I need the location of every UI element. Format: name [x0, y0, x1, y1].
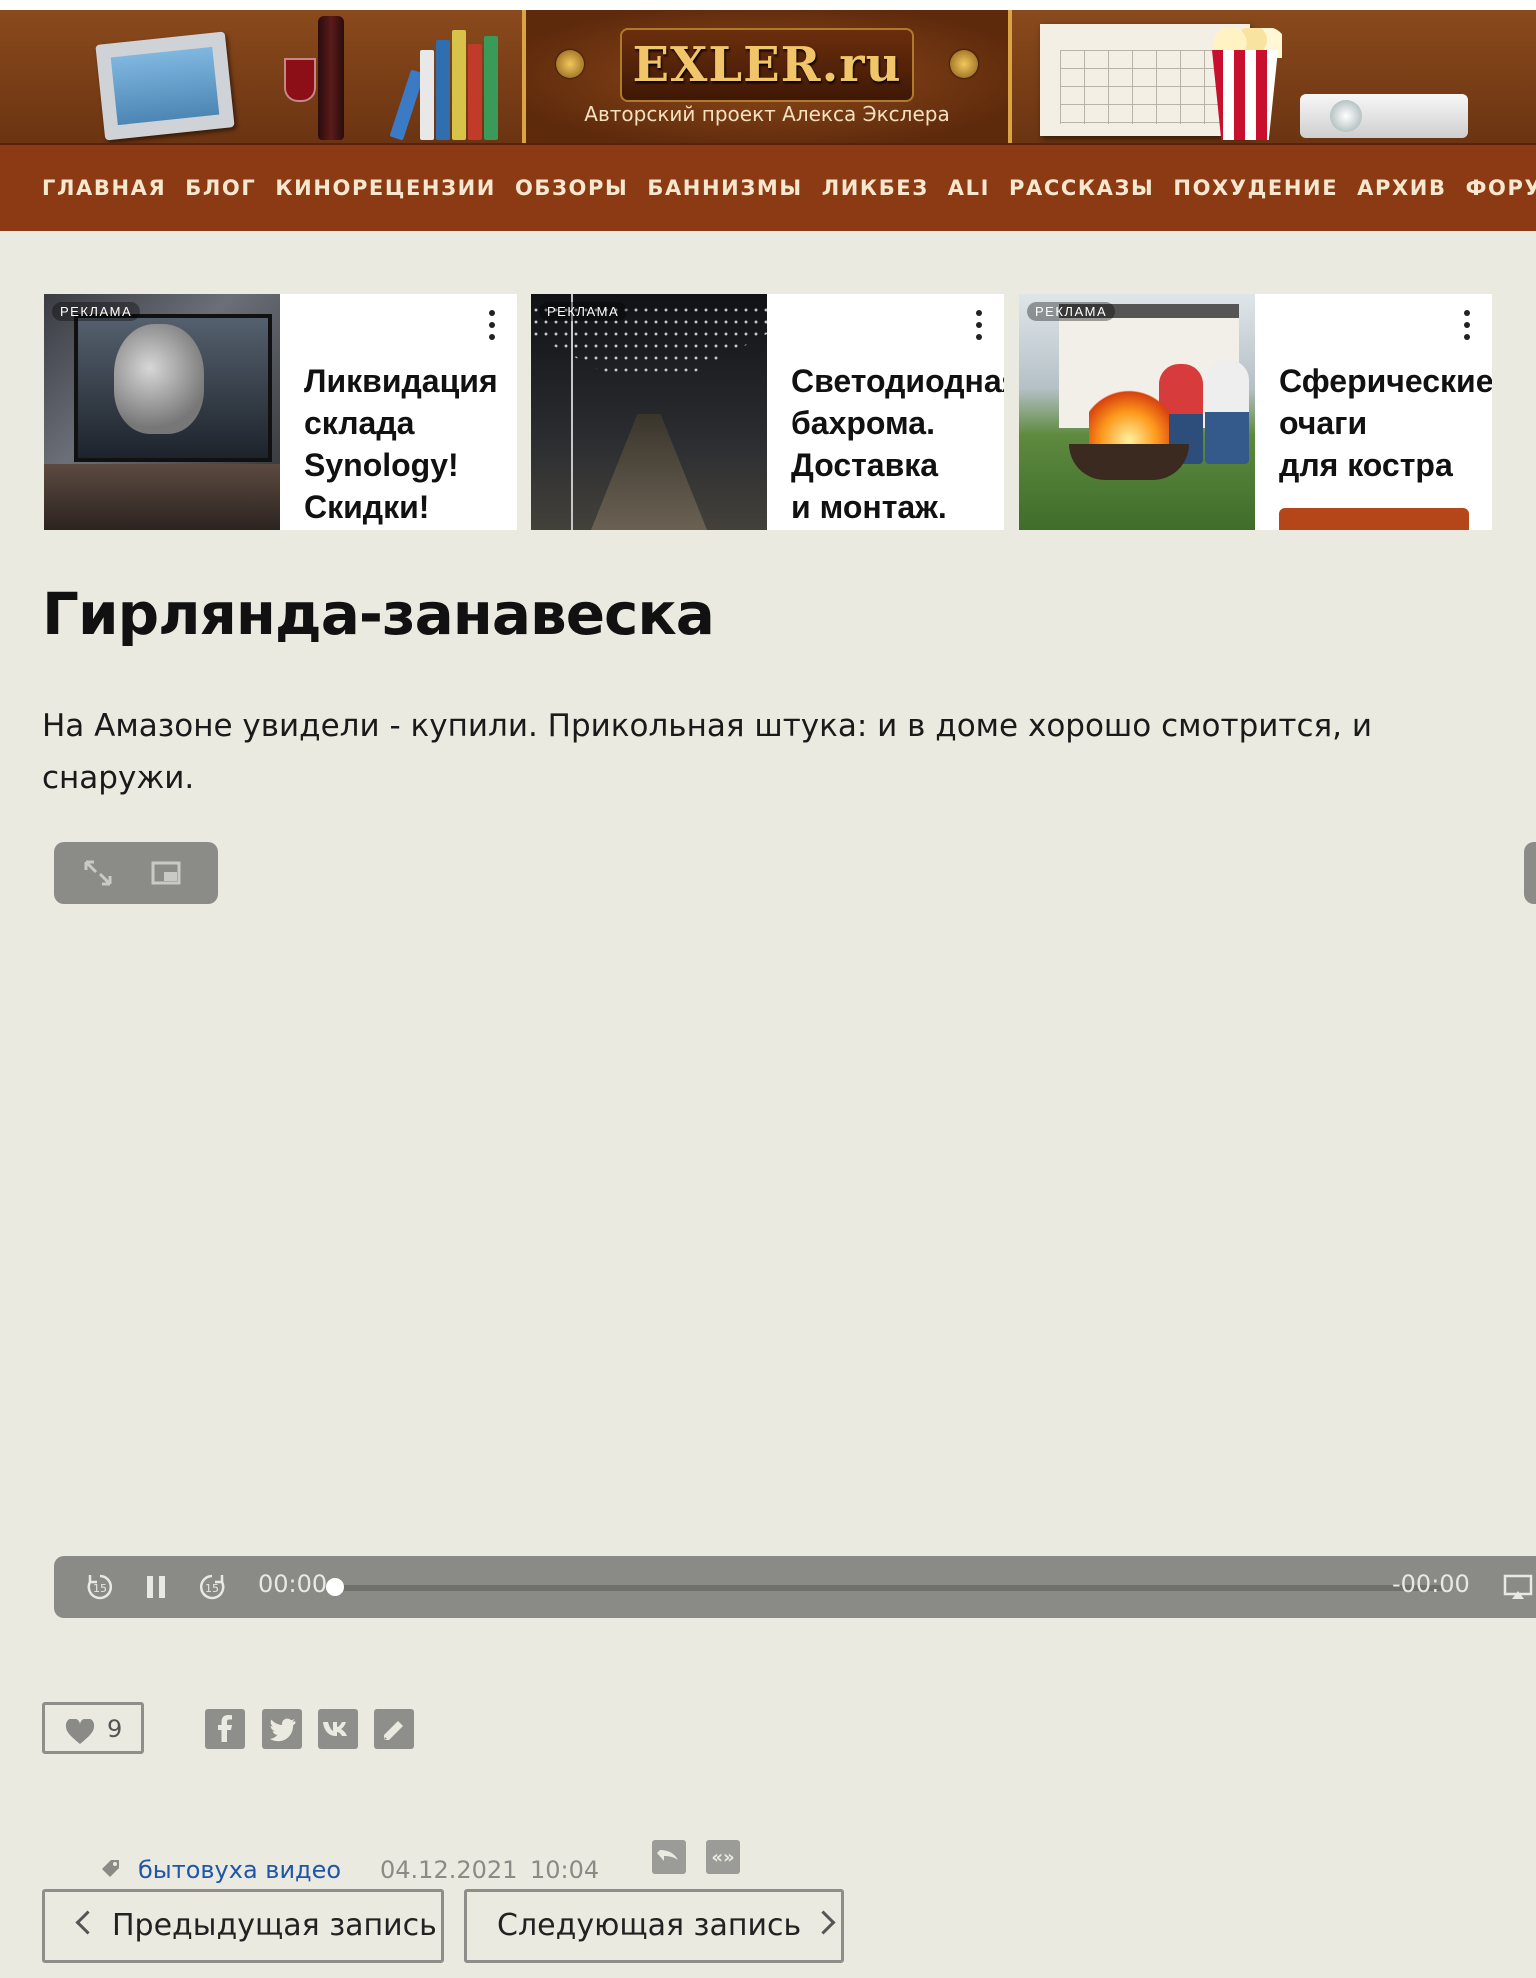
rewind-15-icon[interactable]: 15 — [84, 1571, 116, 1603]
quote-icon[interactable]: «» — [706, 1840, 740, 1874]
post-date: 04.12.2021 — [380, 1856, 518, 1884]
photo-frame-image — [95, 31, 235, 141]
video-side-control[interactable] — [1524, 842, 1536, 904]
nav-item-forum-label: ФОРУМ — [1465, 176, 1536, 200]
nav-item-overviews[interactable]: ОБЗОРЫ — [515, 176, 628, 200]
chevron-right-icon — [811, 1910, 836, 1935]
ad-badge: РЕКЛАМА — [1027, 302, 1116, 321]
nav-item-weightloss[interactable]: ПОХУДЕНИЕ — [1173, 176, 1338, 200]
nav-item-home[interactable]: ГЛАВНАЯ — [42, 176, 166, 200]
ad-card[interactable]: РЕКЛАМА Ликвидация склада Synology! Скид… — [44, 294, 517, 530]
forward-15-icon[interactable]: 15 — [196, 1571, 228, 1603]
ad-title: Сферические очаги для костра — [1279, 363, 1492, 483]
tag-icon — [102, 1860, 119, 1877]
ad-card[interactable]: РЕКЛАМА Светодиодная бахрома. Доставка и… — [531, 294, 1004, 530]
ad-title: Ликвидация склада Synology! Скидки! — [304, 363, 498, 525]
post-time: 10:04 — [530, 1856, 600, 1884]
ad-cta-button[interactable] — [1279, 508, 1469, 530]
site-logo[interactable]: EXLER.ru — [620, 28, 914, 102]
video-player-controls: 15 15 00:00 -00:00 — [54, 1556, 1536, 1618]
ad-image — [531, 294, 767, 530]
more-options-icon[interactable] — [1462, 310, 1472, 344]
logo-text: EXLER.ru — [632, 37, 902, 93]
post-tags-link[interactable]: бытовуха видео — [138, 1856, 341, 1884]
nav-item-likbez[interactable]: ЛИКБЕЗ — [822, 176, 929, 200]
airplay-icon[interactable] — [1502, 1571, 1534, 1603]
share-arrow-icon[interactable] — [652, 1840, 686, 1874]
ad-strip: РЕКЛАМА Ликвидация склада Synology! Скид… — [44, 294, 1492, 530]
more-options-icon[interactable] — [974, 310, 984, 344]
expand-icon[interactable] — [82, 858, 114, 888]
top-strip — [0, 0, 1536, 10]
progress-track[interactable] — [334, 1585, 1444, 1591]
nav-item-bannisms[interactable]: БАННИЗМЫ — [647, 176, 802, 200]
chevron-left-icon — [75, 1910, 100, 1935]
door-knob-icon — [556, 50, 584, 78]
next-post-button[interactable]: Следующая запись — [464, 1889, 844, 1963]
progress-knob[interactable] — [326, 1578, 344, 1596]
video-toolbar — [54, 842, 218, 904]
picture-in-picture-icon[interactable] — [150, 858, 182, 888]
ad-image — [44, 294, 280, 530]
wine-glass-image — [284, 58, 316, 102]
heart-icon — [65, 1719, 95, 1744]
nav-item-blog[interactable]: БЛОГ — [185, 176, 256, 200]
svg-text:«»: «» — [711, 1847, 734, 1868]
article-intro: На Амазоне увидели - купили. Прикольная … — [42, 708, 1373, 796]
like-button[interactable]: 9 — [42, 1702, 144, 1754]
ad-image — [1019, 294, 1255, 530]
ad-title: Светодиодная бахрома. Доставка и монтаж. — [791, 363, 1004, 525]
nav-item-ali[interactable]: ALI — [948, 176, 990, 200]
more-options-icon[interactable] — [487, 310, 497, 344]
site-tagline: Авторский проект Алекса Экслера — [584, 102, 950, 126]
next-post-label: Следующая запись — [497, 1908, 802, 1943]
prev-post-label: Предыдущая запись — [112, 1908, 437, 1943]
door-knob-icon — [950, 50, 978, 78]
nav-item-archive[interactable]: АРХИВ — [1357, 176, 1446, 200]
books-image — [389, 30, 510, 141]
ad-badge: РЕКЛАМА — [52, 302, 141, 321]
popcorn-bucket-image — [1212, 50, 1278, 140]
banner-decor-left — [0, 10, 522, 143]
projector-image — [1300, 94, 1468, 138]
twitter-icon[interactable] — [262, 1709, 302, 1749]
main-nav: ГЛАВНАЯ БЛОГ КИНОРЕЦЕНЗИИ ОБЗОРЫ БАННИЗМ… — [0, 143, 1536, 231]
ad-card[interactable]: РЕКЛАМА Сферические очаги для костра — [1019, 294, 1492, 530]
prev-post-button[interactable]: Предыдущая запись — [42, 1889, 444, 1963]
page-title: Гирлянда-занавеска — [42, 580, 715, 648]
svg-text:15: 15 — [93, 1582, 107, 1595]
time-elapsed: 00:00 — [258, 1570, 328, 1598]
nav-item-stories[interactable]: РАССКАЗЫ — [1009, 176, 1154, 200]
ad-badge: РЕКЛАМА — [539, 302, 628, 321]
livejournal-icon[interactable] — [374, 1709, 414, 1749]
nav-item-forum[interactable]: ФОРУМ — [1466, 176, 1536, 200]
wine-bottle-image — [318, 16, 344, 140]
time-remaining: -00:00 — [1392, 1570, 1470, 1598]
svg-text:15: 15 — [205, 1582, 219, 1595]
like-count: 9 — [107, 1715, 123, 1743]
facebook-icon[interactable] — [205, 1709, 245, 1749]
pause-icon[interactable] — [140, 1571, 172, 1603]
vk-icon[interactable] — [318, 1709, 358, 1749]
nav-item-reviews[interactable]: КИНОРЕЦЕНЗИИ — [275, 176, 496, 200]
site-banner: EXLER.ru Авторский проект Алекса Экслера — [0, 10, 1536, 143]
